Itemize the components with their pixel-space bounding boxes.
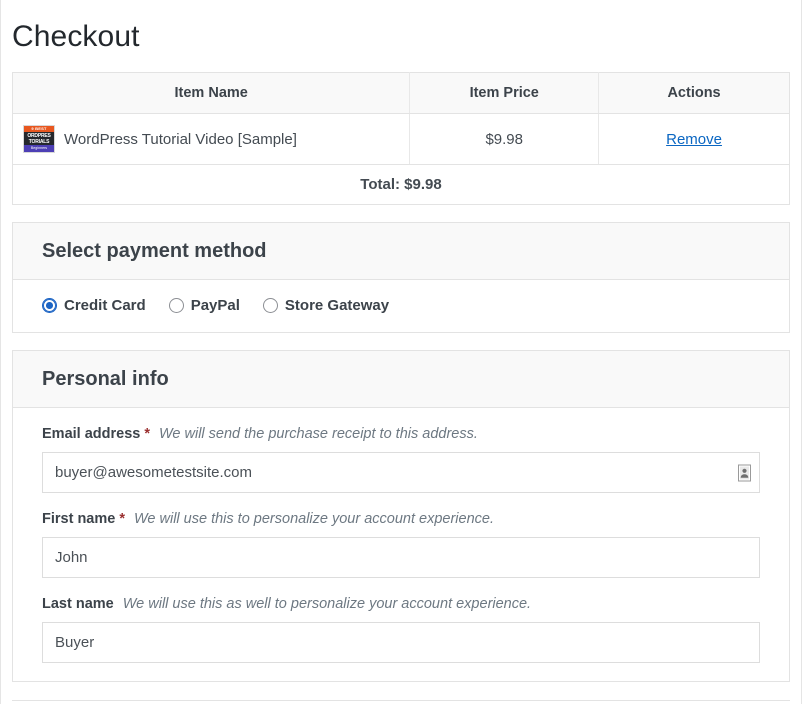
column-header-item-price: Item Price <box>410 73 599 114</box>
field-label-email: Email address <box>42 425 140 444</box>
field-hint-email: We will send the purchase receipt to thi… <box>159 425 478 444</box>
cart-item-actions-cell: Remove <box>599 114 790 165</box>
required-marker-email: * <box>144 425 150 444</box>
payment-option-credit-card[interactable]: Credit Card <box>42 297 146 314</box>
field-label-line-first-name: First name * We will use this to persona… <box>42 510 760 529</box>
cart-table-wrapper: Item Name Item Price Actions 9 BEST ORDP… <box>12 72 790 205</box>
payment-method-header: Select payment method <box>13 223 789 280</box>
thumbnail-bottom-text: Beginners <box>24 145 54 152</box>
field-label-line-last-name: Last name We will use this as well to pe… <box>42 595 760 614</box>
payment-option-paypal[interactable]: PayPal <box>169 297 240 314</box>
page-title: Checkout <box>1 0 801 56</box>
last-name-field[interactable] <box>42 622 760 663</box>
email-input-wrapper <box>42 452 760 493</box>
cart-table-header-row: Item Name Item Price Actions <box>13 73 790 114</box>
personal-info-header: Personal info <box>13 351 789 408</box>
remove-item-link[interactable]: Remove <box>666 131 722 148</box>
payment-option-label-paypal: PayPal <box>191 297 240 314</box>
payment-method-radio-group: Credit Card PayPal Store Gateway <box>42 297 760 314</box>
personal-info-body: Email address * We will send the purchas… <box>13 408 789 681</box>
field-last-name: Last name We will use this as well to pe… <box>42 595 760 663</box>
first-name-input-wrapper <box>42 537 760 578</box>
payment-option-store-gateway[interactable]: Store Gateway <box>263 297 389 314</box>
payment-method-panel: Select payment method Credit Card PayPal… <box>12 222 790 333</box>
autofill-contact-card-icon[interactable] <box>738 464 751 481</box>
column-header-actions: Actions <box>599 73 790 114</box>
thumbnail-mid-text: ORDPRES TORIALS <box>24 132 54 145</box>
product-thumbnail-icon: 9 BEST ORDPRES TORIALS Beginners <box>23 125 55 153</box>
column-header-item-name: Item Name <box>13 73 410 114</box>
first-name-field[interactable] <box>42 537 760 578</box>
payment-method-heading: Select payment method <box>42 238 760 264</box>
field-email-address: Email address * We will send the purchas… <box>42 425 760 493</box>
cart-item-name-cell: 9 BEST ORDPRES TORIALS Beginners WordPre… <box>13 114 410 165</box>
payment-option-label-store-gateway: Store Gateway <box>285 297 389 314</box>
cart-table: Item Name Item Price Actions 9 BEST ORDP… <box>12 72 790 205</box>
field-first-name: First name * We will use this to persona… <box>42 510 760 578</box>
required-marker-first-name: * <box>119 510 125 529</box>
cart-total-label: Total: $9.98 <box>13 165 790 205</box>
field-label-line-email: Email address * We will send the purchas… <box>42 425 760 444</box>
cart-total-row: Total: $9.98 <box>13 165 790 205</box>
last-name-input-wrapper <box>42 622 760 663</box>
field-label-last-name: Last name <box>42 595 114 614</box>
email-field[interactable] <box>42 452 760 493</box>
field-hint-last-name: We will use this as well to personalize … <box>123 595 531 614</box>
cart-item-title: WordPress Tutorial Video [Sample] <box>64 131 297 148</box>
section-divider <box>12 700 790 702</box>
personal-info-panel: Personal info Email address * We will se… <box>12 350 790 682</box>
payment-option-label-credit-card: Credit Card <box>64 297 146 314</box>
radio-unselected-icon[interactable] <box>169 298 184 313</box>
checkout-page: Checkout Item Name Item Price Actions 9 … <box>0 0 802 704</box>
field-hint-first-name: We will use this to personalize your acc… <box>134 510 494 529</box>
radio-selected-icon[interactable] <box>42 298 57 313</box>
table-row: 9 BEST ORDPRES TORIALS Beginners WordPre… <box>13 114 790 165</box>
personal-info-heading: Personal info <box>42 366 760 392</box>
field-label-first-name: First name <box>42 510 115 529</box>
payment-method-body: Credit Card PayPal Store Gateway <box>13 280 789 332</box>
radio-unselected-icon[interactable] <box>263 298 278 313</box>
cart-item-price: $9.98 <box>410 114 599 165</box>
